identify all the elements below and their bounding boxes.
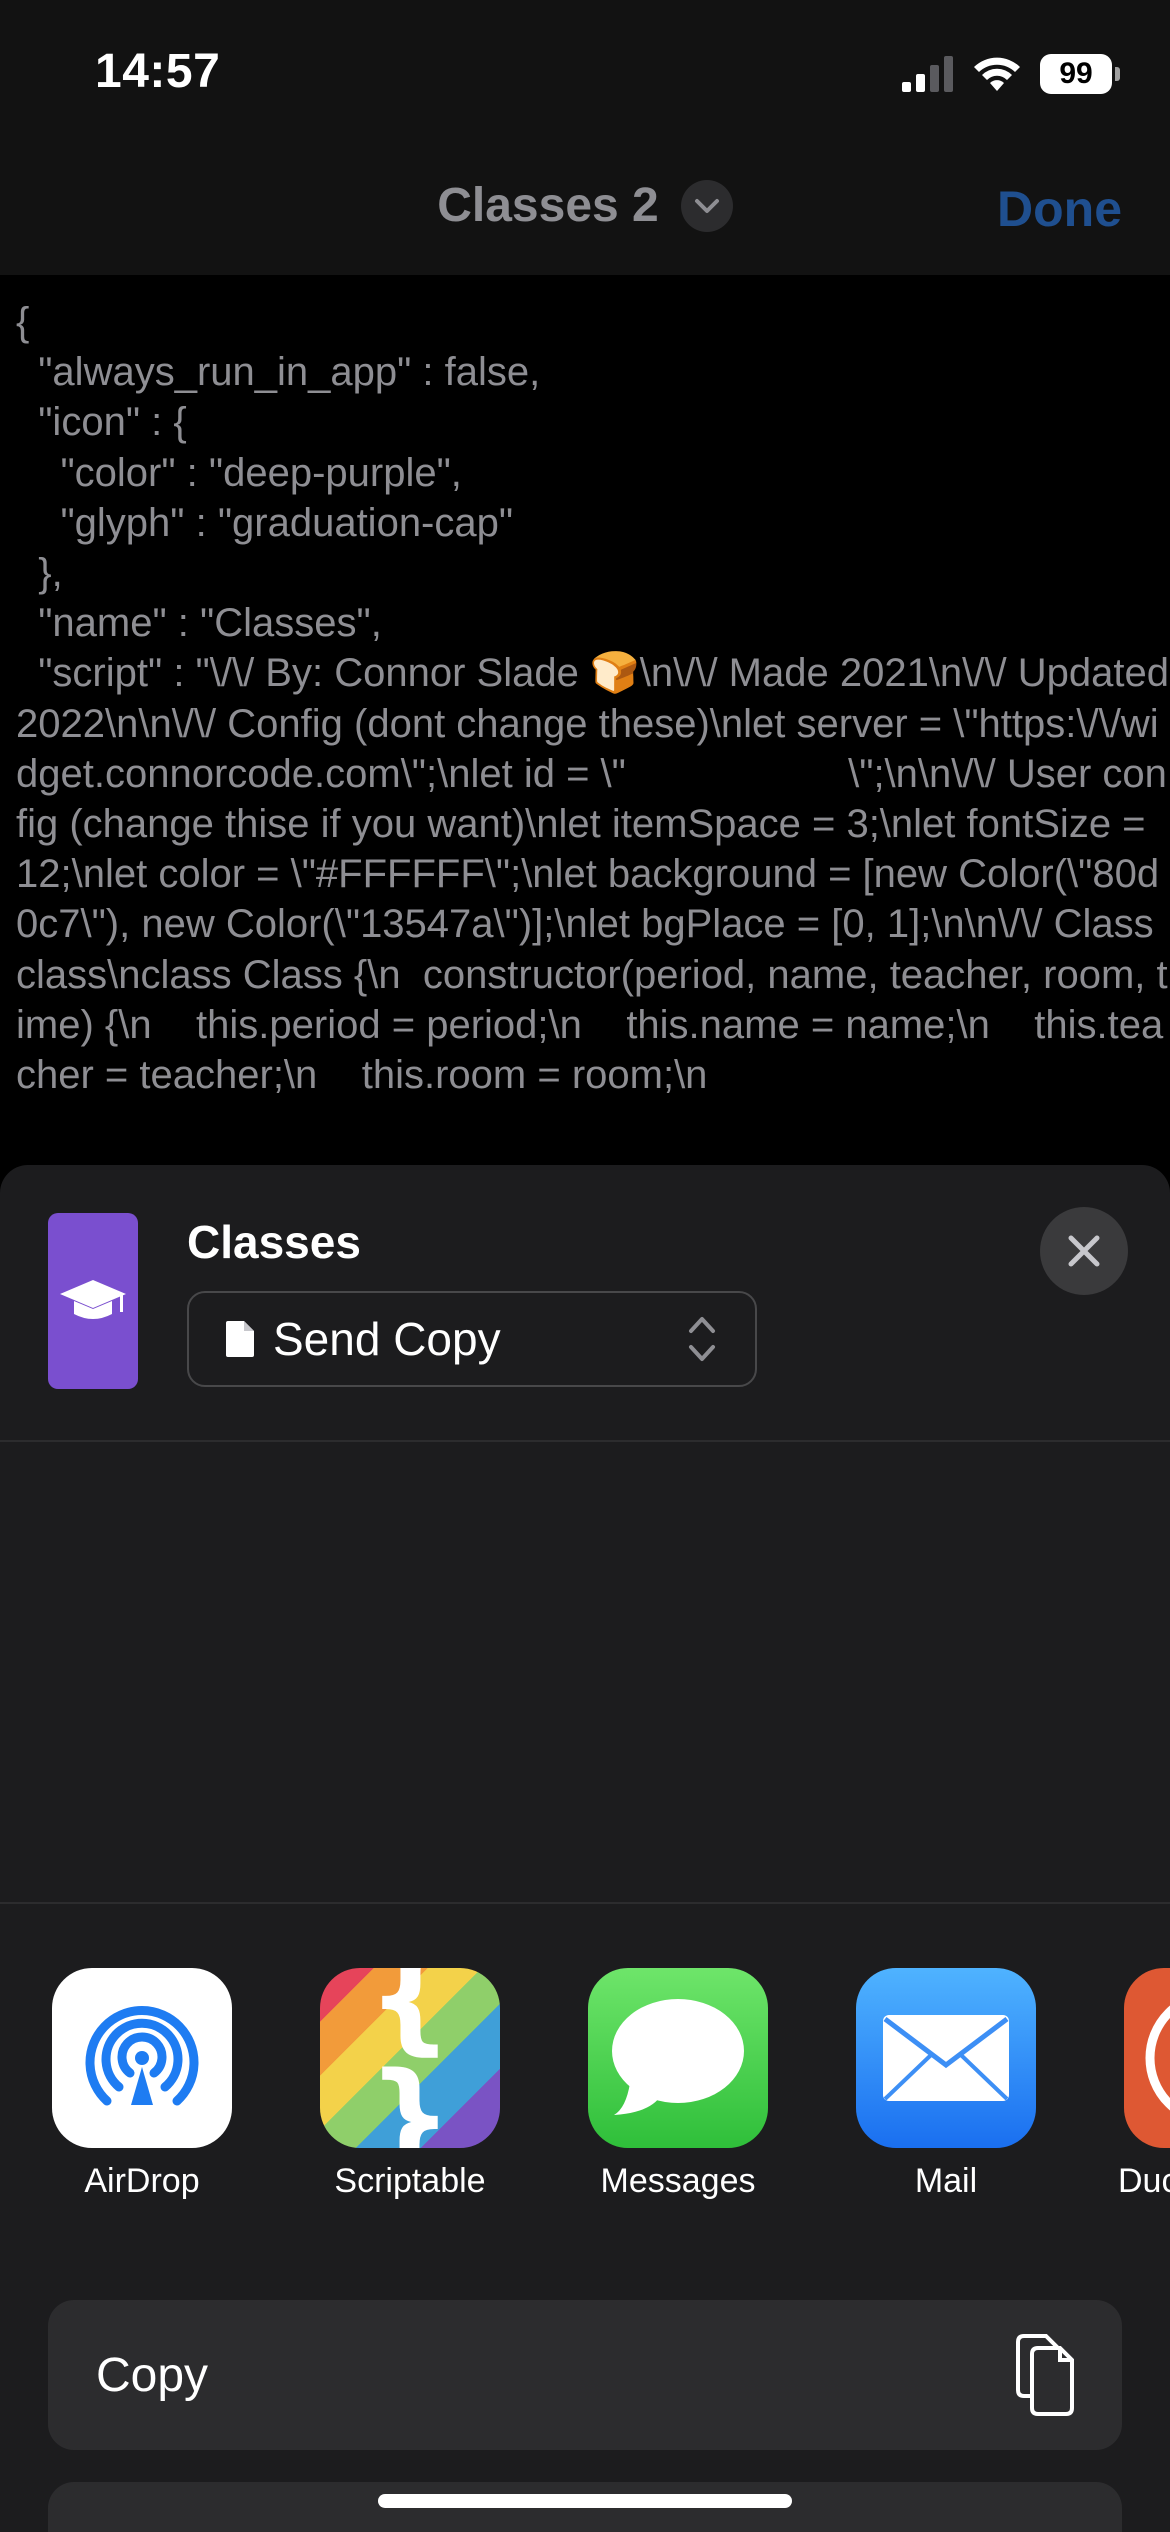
status-time: 14:57 (95, 45, 221, 98)
chevron-down-icon[interactable] (680, 179, 733, 232)
signal-icon (902, 56, 953, 92)
duckduckgo-icon (1124, 1968, 1170, 2148)
share-app-label: Mail (914, 2162, 978, 2200)
share-sheet: Classes Send Copy AirDrop {} Scriptable… (0, 1165, 1170, 2532)
copy-action-button[interactable]: Copy (48, 2300, 1122, 2450)
share-app-label: Scriptable (334, 2162, 486, 2200)
share-app-airdrop[interactable]: AirDrop (52, 1968, 232, 2201)
close-icon (1068, 1235, 1100, 1267)
share-app-label: Duc (1118, 2162, 1170, 2200)
copy-icon (1016, 2334, 1074, 2416)
battery-indicator: 99 (1040, 54, 1120, 94)
nav-bar: Classes 2 Done (0, 140, 1170, 275)
share-sheet-header: Classes Send Copy (0, 1165, 1170, 1442)
share-app-mail[interactable]: Mail (856, 1968, 1036, 2201)
scriptable-icon: { } (320, 1968, 500, 2148)
graduation-cap-icon (48, 1213, 138, 1389)
send-option-label: Send Copy (273, 1313, 501, 1365)
document-icon (226, 1321, 254, 1357)
share-app-duckduckgo[interactable]: Duc (1118, 1968, 1170, 2201)
mail-icon (856, 1968, 1036, 2148)
chevron-up-down-icon (689, 1317, 715, 1361)
share-preview-area (0, 1442, 1170, 1904)
nav-title-group[interactable]: Classes 2 (0, 178, 1170, 233)
home-indicator[interactable] (378, 2494, 792, 2508)
copy-action-label: Copy (96, 2349, 209, 2402)
nav-title: Classes 2 (437, 179, 659, 232)
done-button[interactable]: Done (997, 180, 1122, 238)
close-button[interactable] (1040, 1207, 1128, 1295)
share-app-scriptable[interactable]: { } Scriptable (320, 1968, 500, 2201)
code-text-view[interactable]: { "always_run_in_app" : false, "icon" : … (0, 275, 1170, 1175)
messages-icon (588, 1968, 768, 2148)
share-apps-row: AirDrop { } Scriptable Messages Mail Duc (0, 1904, 1170, 2234)
share-sheet-title: Classes (187, 1216, 361, 1268)
status-icons: 99 (902, 52, 1120, 96)
status-bar: 14:57 99 (0, 0, 1170, 140)
send-option-select[interactable]: Send Copy (187, 1291, 757, 1387)
share-app-label: AirDrop (84, 2162, 200, 2200)
wifi-icon (974, 57, 1020, 91)
share-app-label: Messages (600, 2162, 756, 2200)
airdrop-icon (52, 1968, 232, 2148)
share-app-messages[interactable]: Messages (588, 1968, 768, 2201)
